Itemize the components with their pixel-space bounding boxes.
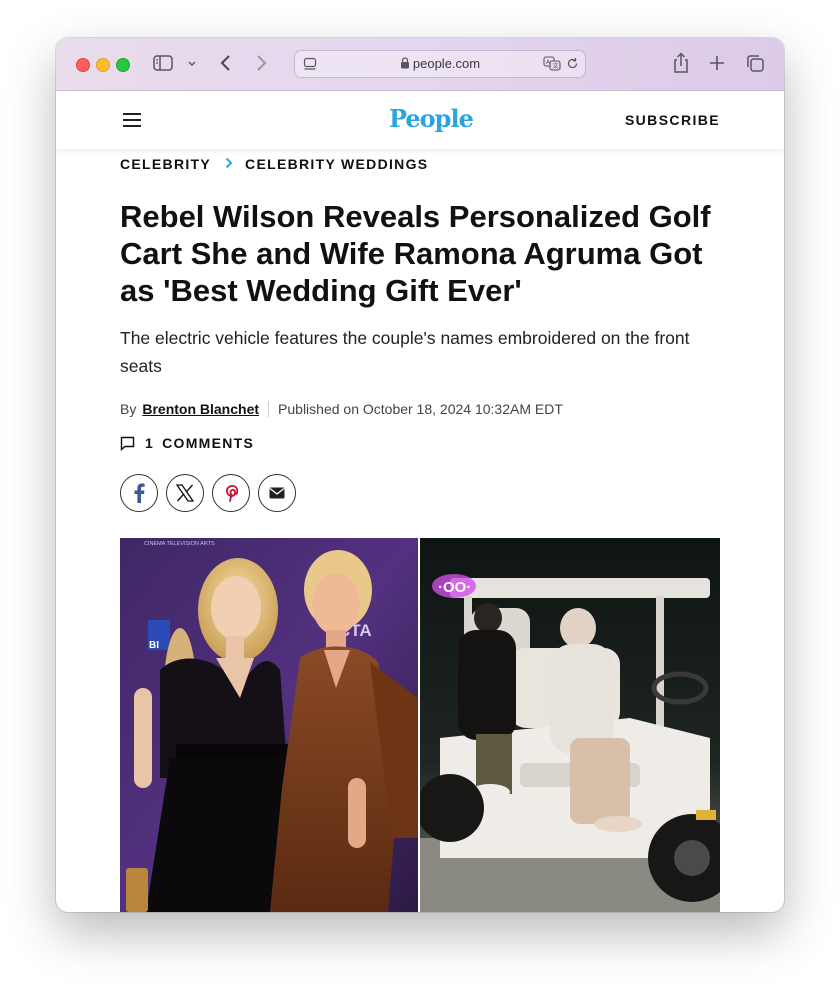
- comments-label: COMMENTS: [162, 435, 255, 451]
- backdrop-text: CINEMA TELEVISION ARTS: [144, 541, 215, 547]
- sidebar-icon[interactable]: [153, 55, 173, 71]
- facebook-icon: [134, 483, 145, 503]
- share-icon[interactable]: [672, 52, 690, 74]
- comments-link[interactable]: 1 COMMENTS: [120, 435, 254, 451]
- email-icon: [269, 487, 285, 499]
- zoom-window-button[interactable]: [116, 58, 130, 72]
- minimize-window-button[interactable]: [96, 58, 110, 72]
- chevron-right-icon: [225, 156, 233, 172]
- article-photo-golf-cart: ·OO·: [420, 538, 720, 912]
- article-photo-red-carpet: CINEMA TELEVISION ARTS BI CTA: [120, 538, 418, 912]
- translate-icon[interactable]: A 文: [543, 56, 561, 71]
- menu-icon[interactable]: [122, 112, 142, 128]
- breadcrumb-item-celebrity[interactable]: CELEBRITY: [120, 156, 211, 172]
- new-tab-icon[interactable]: [709, 55, 725, 71]
- browser-toolbar: people.com A 文: [56, 38, 784, 91]
- browser-window: people.com A 文 People SUBSCRIBE CELEBRIT…: [56, 38, 784, 912]
- svg-text:·OO·: ·OO·: [438, 579, 471, 596]
- comment-icon: [120, 436, 135, 451]
- breadcrumb: CELEBRITY CELEBRITY WEDDINGS: [120, 156, 428, 172]
- forward-icon[interactable]: [254, 54, 268, 72]
- published-date: Published on October 18, 2024 10:32AM ED…: [278, 401, 563, 417]
- share-pinterest-button[interactable]: [212, 474, 250, 512]
- site-logo[interactable]: People: [389, 104, 474, 133]
- tabs-overview-icon[interactable]: [746, 54, 765, 73]
- by-prefix: By: [120, 401, 137, 417]
- svg-text:文: 文: [553, 62, 559, 70]
- breadcrumb-item-celebrity-weddings[interactable]: CELEBRITY WEDDINGS: [245, 156, 428, 172]
- x-icon: [176, 484, 194, 502]
- byline-divider: [268, 401, 270, 417]
- pinterest-icon: [225, 485, 238, 502]
- share-email-button[interactable]: [258, 474, 296, 512]
- svg-text:BI: BI: [149, 640, 159, 651]
- url-text: people.com: [412, 56, 481, 71]
- site-header: People SUBSCRIBE: [56, 91, 784, 149]
- share-x-button[interactable]: [166, 474, 204, 512]
- lock-icon: [400, 57, 409, 69]
- subscribe-link[interactable]: SUBSCRIBE: [625, 112, 720, 128]
- article-subhead: The electric vehicle features the couple…: [120, 328, 690, 376]
- share-bar: [120, 474, 296, 512]
- close-window-button[interactable]: [76, 58, 90, 72]
- comments-count: 1: [145, 435, 155, 451]
- share-facebook-button[interactable]: [120, 474, 158, 512]
- address-bar[interactable]: people.com A 文: [294, 50, 586, 78]
- chevron-down-icon[interactable]: [187, 60, 197, 68]
- back-icon[interactable]: [219, 54, 233, 72]
- author-link[interactable]: Brenton Blanchet: [142, 401, 259, 417]
- reload-icon[interactable]: [566, 57, 579, 70]
- article-title: Rebel Wilson Reveals Personalized Golf C…: [120, 199, 711, 308]
- byline: By Brenton Blanchet Published on October…: [120, 401, 563, 417]
